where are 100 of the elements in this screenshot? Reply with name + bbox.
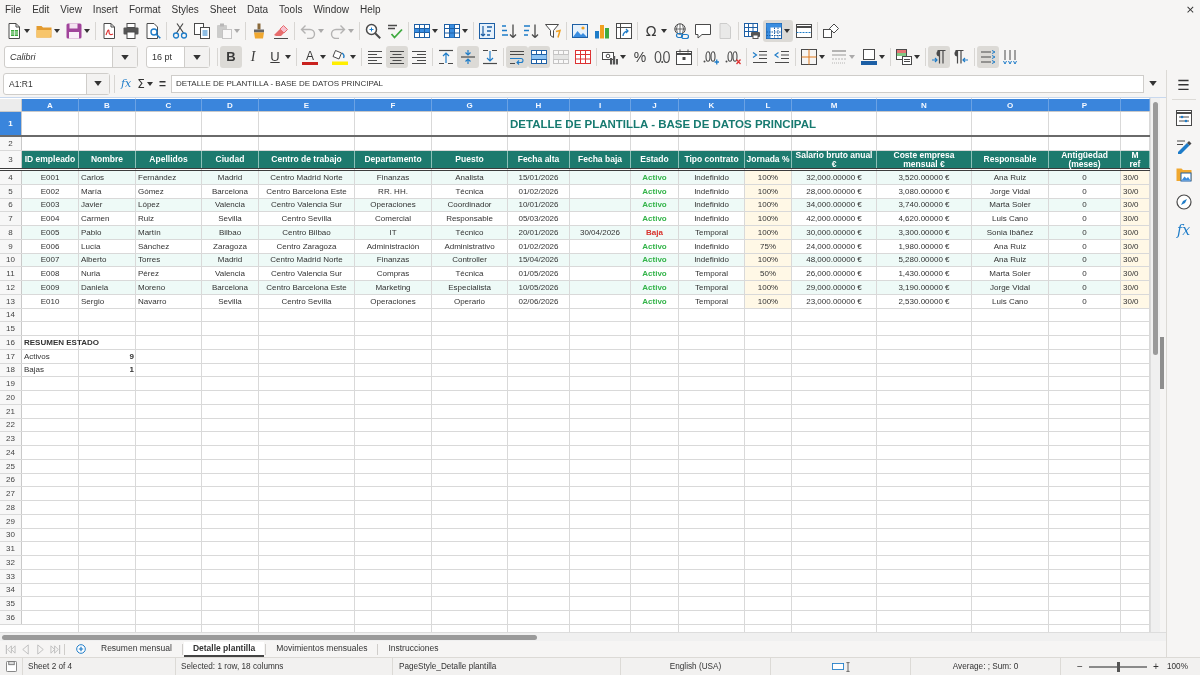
spreadsheet-grid[interactable] — [0, 98, 1150, 632]
row-header[interactable]: 3 — [0, 151, 22, 168]
row-header[interactable]: 12 — [0, 281, 22, 294]
row-header[interactable]: 28 — [0, 501, 22, 514]
sheet-tab[interactable]: Instrucciones — [379, 641, 448, 657]
font-name-box[interactable]: Calibri — [4, 46, 138, 68]
column-header[interactable]: P — [1049, 99, 1121, 111]
column-header[interactable]: D — [202, 99, 259, 111]
row-header[interactable]: 24 — [0, 446, 22, 459]
sort-button[interactable] — [476, 20, 498, 42]
column-header[interactable]: F — [355, 99, 432, 111]
sum-button[interactable]: Σ — [135, 73, 155, 94]
column-header[interactable]: B — [79, 99, 136, 111]
zoom-level[interactable]: 100% — [1167, 662, 1188, 671]
copy-button[interactable] — [191, 20, 213, 42]
scrollbar-thumb[interactable] — [1153, 102, 1158, 355]
row-header[interactable]: 16 — [0, 336, 22, 349]
table-cell: Operaciones — [355, 294, 432, 308]
font-size-box[interactable]: 16 pt — [146, 46, 210, 68]
column-header[interactable]: K — [679, 99, 745, 111]
merge-center-button[interactable] — [528, 46, 550, 68]
row-header[interactable]: 35 — [0, 597, 22, 610]
menu-item[interactable]: Format — [123, 3, 167, 15]
language[interactable]: English (USA) — [669, 662, 722, 671]
column-header[interactable]: L — [745, 99, 792, 111]
row-header[interactable]: 36 — [0, 611, 22, 624]
functions-button[interactable]: fx — [1170, 216, 1197, 243]
menu-item[interactable]: Window — [308, 3, 355, 15]
menu-item[interactable]: Edit — [27, 3, 56, 15]
column-header[interactable]: H — [508, 99, 570, 111]
horizontal-scrollbar[interactable] — [0, 632, 1166, 641]
menu-item[interactable]: Data — [241, 3, 275, 15]
sheet-tab[interactable]: Resumen mensual — [92, 641, 181, 657]
row-header[interactable]: 15 — [0, 322, 22, 335]
sidebar-menu-button[interactable]: ☰ — [1170, 71, 1197, 98]
row-header[interactable]: 27 — [0, 487, 22, 500]
formula-input[interactable]: DETALLE DE PLANTILLA - BASE DE DATOS PRINCIPAL — [170, 74, 1144, 93]
borders-button[interactable] — [798, 46, 828, 68]
column-header[interactable]: A — [22, 99, 79, 111]
formula-button[interactable]: = — [156, 73, 168, 94]
column-header[interactable]: E — [259, 99, 355, 111]
function-wizard-button[interactable]: fx — [119, 73, 134, 94]
scrollbar-thumb[interactable] — [2, 635, 537, 640]
print-area-button[interactable] — [741, 20, 763, 42]
align-center-button[interactable] — [386, 46, 408, 68]
font-color-button[interactable]: A — [299, 46, 329, 68]
special-character-button[interactable]: Ω — [640, 20, 670, 42]
percent-format-button[interactable]: % — [629, 46, 651, 68]
menu-item[interactable]: File — [0, 3, 28, 15]
column-header[interactable]: G — [432, 99, 508, 111]
row-header[interactable]: 8 — [0, 226, 22, 239]
sheet-tab[interactable]: Detalle plantilla — [183, 641, 265, 657]
name-box[interactable]: A1:R1 — [3, 72, 110, 95]
menu-item[interactable]: Styles — [166, 3, 205, 15]
zoom-out-button[interactable]: − — [1075, 661, 1085, 672]
line-style-icon — [831, 49, 847, 65]
left-to-right-button[interactable] — [928, 46, 950, 68]
sheet-tab[interactable]: Movimientos mensuales — [267, 641, 377, 657]
horizontal-text-button[interactable] — [977, 46, 999, 68]
row-header[interactable]: 4 — [0, 171, 22, 184]
freeze-panes-button[interactable] — [763, 20, 793, 42]
row-header[interactable]: 7 — [0, 212, 22, 225]
row-header[interactable]: 32 — [0, 556, 22, 569]
menu-item[interactable]: Insert — [87, 3, 124, 15]
zoom-in-button[interactable]: + — [1151, 661, 1161, 672]
sheet-title: DETALLE DE PLANTILLA - BASE DE DATOS PRINCIPAL — [509, 116, 817, 132]
menu-item[interactable]: Sheet — [204, 3, 242, 15]
border-color-button[interactable] — [858, 46, 888, 68]
selection-mode-icon[interactable] — [831, 663, 844, 670]
italic-button[interactable]: I — [242, 46, 264, 68]
row-header[interactable]: 11 — [0, 267, 22, 280]
column-header[interactable]: I — [570, 99, 631, 111]
page-style[interactable]: PageStyle_Detalle plantilla — [399, 662, 497, 671]
row-header[interactable]: 20 — [0, 391, 22, 404]
row-header[interactable]: 31 — [0, 542, 22, 555]
close-button[interactable]: × — [1185, 2, 1200, 16]
conditional-format-button[interactable] — [893, 46, 923, 68]
column-header[interactable]: O — [972, 99, 1049, 111]
vertical-scrollbar[interactable] — [1150, 98, 1160, 632]
column-header[interactable]: N — [877, 99, 972, 111]
table-cell: Activo — [631, 212, 679, 225]
wrap-text-button[interactable] — [506, 46, 528, 68]
table-cell: 3,520.00000 € — [877, 171, 972, 184]
bold-button[interactable]: B — [220, 46, 242, 68]
underline-button[interactable]: U — [264, 46, 294, 68]
menu-item[interactable]: Help — [355, 3, 387, 15]
paint-bucket-icon — [332, 49, 348, 65]
sidebar-collapse-handle[interactable] — [1160, 337, 1164, 389]
row-header[interactable]: 2 — [0, 137, 22, 150]
row-header[interactable]: 23 — [0, 432, 22, 445]
column-header[interactable]: M — [792, 99, 877, 111]
menu-item[interactable]: View — [55, 3, 88, 15]
column-header[interactable]: J — [631, 99, 679, 111]
slider-thumb[interactable] — [1117, 661, 1120, 672]
pivot-table-button[interactable] — [613, 20, 635, 42]
add-sheet-button[interactable] — [74, 642, 88, 656]
row-header[interactable]: 1 — [0, 112, 22, 135]
row-header[interactable]: 19 — [0, 377, 22, 390]
column-header[interactable]: C — [136, 99, 202, 111]
menu-item[interactable]: Tools — [274, 3, 309, 15]
